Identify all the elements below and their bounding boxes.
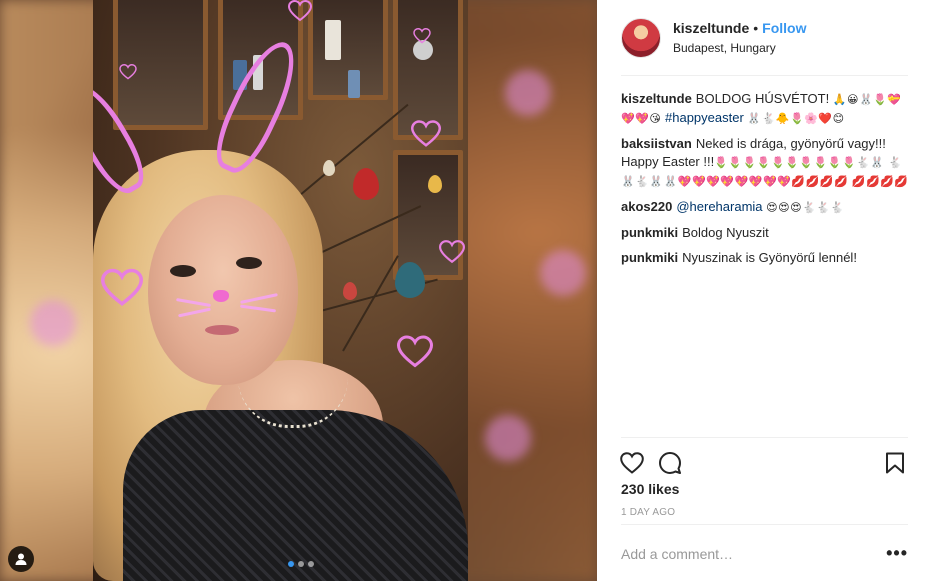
blurred-heart-right-mid: [540, 250, 586, 296]
comment-username[interactable]: punkmiki: [621, 225, 678, 240]
separator-dot: •: [753, 20, 759, 36]
comment-emoji: 💖💖😘: [621, 112, 662, 125]
hashtag-link[interactable]: #happyeaster: [665, 110, 744, 125]
post-header: kiszeltunde • Follow Budapest, Hungary: [621, 18, 908, 76]
comment-button[interactable]: [657, 450, 683, 476]
overlay-heart: [413, 28, 431, 44]
post-timestamp: 1 DAY AGO: [621, 507, 676, 518]
user-tag-icon: [15, 553, 27, 565]
overlay-heart: [287, 0, 313, 22]
comment-input[interactable]: [621, 544, 871, 564]
blurred-heart-right-top: [505, 70, 551, 116]
carousel-dot: [308, 561, 314, 567]
comment-username[interactable]: punkmiki: [621, 250, 678, 265]
easter-egg: [323, 160, 335, 176]
comment-emoji: 🐰🐇🐥🌷🌸❤️😊: [747, 112, 845, 125]
comment-username[interactable]: akos220: [621, 199, 672, 214]
twig: [292, 103, 409, 202]
post-media[interactable]: [0, 0, 597, 581]
bookmark-icon: [886, 452, 904, 474]
comment-text: Boldog Nyuszit: [682, 225, 769, 240]
like-button[interactable]: [619, 450, 645, 476]
comment-list: kiszeltunde BOLDOG HÚSVÉTOT! 🙏😀🐰🌷💝 💖💖😘 #h…: [621, 90, 911, 274]
likes-count[interactable]: 230 likes: [621, 481, 679, 497]
bunny-nose-filter: [213, 290, 229, 302]
comment-emoji: 🌷🌷🌷🌷🌷🌷🌷🌷🌷🌷🐇🐰: [714, 156, 885, 169]
heart-icon: [620, 452, 644, 474]
comment-text: Nyuszinak is Gyönyörű lennél!: [682, 250, 857, 265]
follow-button[interactable]: Follow: [762, 20, 806, 36]
shelf-item: [325, 20, 341, 60]
overlay-heart: [119, 64, 137, 80]
comment-emoji: 😍😍😍🐇🐇🐇: [766, 201, 845, 214]
header-user-line: kiszeltunde • Follow: [673, 20, 806, 36]
right-eye: [236, 257, 262, 269]
carousel-dot-active: [288, 561, 294, 567]
add-comment-bar: •••: [621, 524, 908, 581]
comment-item: punkmiki Nyuszinak is Gyönyörű lennél!: [621, 249, 911, 267]
easter-egg: [343, 282, 357, 300]
overlay-heart: [439, 240, 465, 264]
whisker: [239, 304, 277, 313]
comment-username[interactable]: kiszeltunde: [621, 91, 692, 106]
post-photo: [93, 0, 468, 581]
left-eye: [170, 265, 196, 277]
comment-icon: [659, 452, 681, 474]
post-side-panel: kiszeltunde • Follow Budapest, Hungary kis…: [597, 0, 932, 581]
more-options-button[interactable]: •••: [886, 544, 908, 562]
header-username[interactable]: kiszeltunde: [673, 20, 749, 36]
whisker: [178, 307, 211, 318]
user-tag-button[interactable]: [8, 546, 34, 572]
whisker: [240, 293, 278, 304]
overlay-heart: [411, 120, 441, 147]
overlay-heart: [101, 268, 143, 306]
face: [148, 195, 298, 385]
mention-link[interactable]: @hereharamia: [676, 199, 762, 214]
caption: kiszeltunde BOLDOG HÚSVÉTOT! 🙏😀🐰🌷💝 💖💖😘 #h…: [621, 90, 911, 128]
easter-egg: [353, 168, 379, 200]
avatar[interactable]: [621, 18, 661, 58]
comment-emoji: 🙏😀🐰🌷💝: [832, 93, 902, 106]
comment-username[interactable]: baksiistvan: [621, 136, 692, 151]
comment-item: baksiistvan Neked is drága, gyönyörű vagy…: [621, 135, 911, 191]
lips: [205, 325, 239, 335]
comment-item: akos220 @hereharamia 😍😍😍🐇🐇🐇: [621, 198, 911, 217]
lace-dress: [123, 410, 468, 581]
shelf-item: [348, 70, 360, 98]
overlay-heart: [397, 335, 433, 368]
comment-text: BOLDOG HÚSVÉTOT!: [695, 91, 830, 106]
carousel-dots: [288, 561, 314, 567]
whisker: [176, 297, 211, 308]
easter-egg: [428, 175, 442, 193]
cabinet-door: [393, 0, 463, 140]
location-link[interactable]: Budapest, Hungary: [673, 41, 776, 55]
comment-item: punkmiki Boldog Nyuszit: [621, 224, 911, 242]
blurred-heart-left: [30, 300, 76, 346]
easter-egg: [395, 262, 425, 298]
comment-emoji: 💋💋💋💋: [851, 175, 909, 188]
save-button[interactable]: [882, 450, 908, 476]
action-bar: [619, 437, 908, 485]
blurred-heart-right-bottom: [485, 415, 531, 461]
carousel-dot: [298, 561, 304, 567]
